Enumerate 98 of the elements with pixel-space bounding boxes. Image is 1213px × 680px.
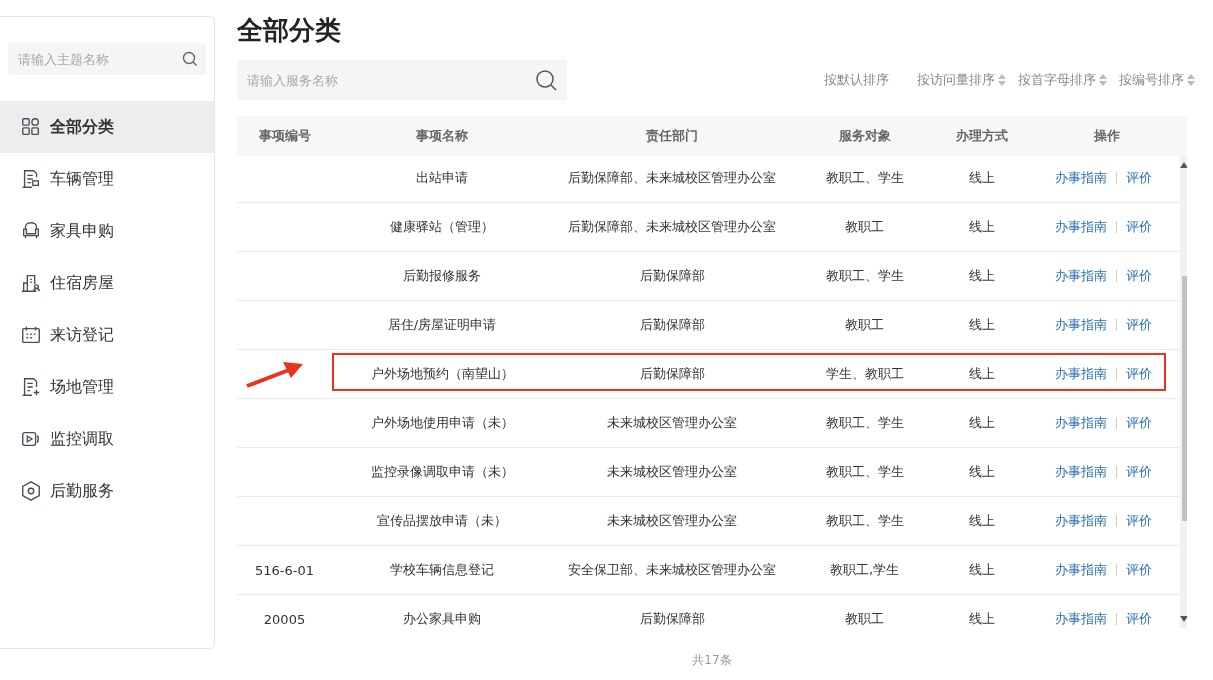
item-name-cell: 健康驿站（管理） xyxy=(390,218,494,236)
sort-option[interactable]: 按默认排序 xyxy=(824,71,889,89)
audience-cell: 学生、教职工 xyxy=(825,365,904,383)
item-name-cell: 学校车辆信息登记 xyxy=(390,561,494,579)
audience-cell: 教职工 xyxy=(845,610,884,628)
scroll-up-icon[interactable] xyxy=(1180,162,1187,168)
sidebar-item[interactable]: 监控调取 xyxy=(0,413,214,465)
audience-cell: 教职工、学生 xyxy=(825,512,904,530)
department-cell: 后勤保障部 xyxy=(639,316,705,334)
method-cell: 线上 xyxy=(969,414,995,432)
sidebar-item[interactable]: 后勤服务 xyxy=(0,465,214,517)
column-header: 事项编号 xyxy=(258,127,311,145)
method-cell: 线上 xyxy=(969,169,995,187)
item-name-cell: 户外场地使用申请（未） xyxy=(370,414,514,432)
department-cell: 未来城校区管理办公室 xyxy=(607,512,737,530)
rating-link[interactable]: 评价 xyxy=(1126,169,1152,187)
sidebar-item[interactable]: 全部分类 xyxy=(0,101,214,153)
item-name-cell: 宣传品摆放申请（未） xyxy=(377,512,507,530)
sidebar-item[interactable]: 车辆管理 xyxy=(0,153,214,205)
method-cell: 线上 xyxy=(969,512,995,530)
method-cell: 线上 xyxy=(969,610,995,628)
page-title: 全部分类 xyxy=(237,14,341,47)
audience-cell: 教职工、学生 xyxy=(825,414,904,432)
grid-icon xyxy=(20,116,42,138)
calendar-icon xyxy=(20,324,42,346)
guide-link[interactable]: 办事指南 xyxy=(1055,267,1107,285)
total-count: 共17条 xyxy=(692,652,732,669)
sort-option[interactable]: 按首字母排序 xyxy=(1018,71,1107,89)
audience-cell: 教职工、学生 xyxy=(825,267,904,285)
audience-cell: 教职工 xyxy=(845,316,884,334)
item-name-cell: 出站申请 xyxy=(416,169,468,187)
column-header: 服务对象 xyxy=(838,127,891,145)
method-cell: 线上 xyxy=(969,316,995,334)
rating-link[interactable]: 评价 xyxy=(1126,218,1152,236)
rating-link[interactable]: 评价 xyxy=(1126,365,1152,383)
sidebar-item[interactable]: 家具申购 xyxy=(0,205,214,257)
method-cell: 线上 xyxy=(969,561,995,579)
audience-cell: 教职工,学生 xyxy=(829,561,900,579)
sidebar-item[interactable]: 来访登记 xyxy=(0,309,214,361)
method-cell: 线上 xyxy=(969,365,995,383)
rating-link[interactable]: 评价 xyxy=(1126,316,1152,334)
method-cell: 线上 xyxy=(969,267,995,285)
rating-link[interactable]: 评价 xyxy=(1126,561,1152,579)
audience-cell: 教职工、学生 xyxy=(825,169,904,187)
sort-caret-icon xyxy=(1099,74,1107,86)
item-name-cell: 办公家具申购 xyxy=(403,610,481,628)
scroll-down-icon[interactable] xyxy=(1180,616,1187,622)
column-header: 操作 xyxy=(1094,127,1120,145)
guide-link[interactable]: 办事指南 xyxy=(1055,512,1107,530)
rating-link[interactable]: 评价 xyxy=(1126,610,1152,628)
search-icon[interactable] xyxy=(535,69,557,91)
sort-caret-icon xyxy=(1187,74,1195,86)
service-search-field[interactable]: 请输入服务名称 xyxy=(237,60,567,100)
department-cell: 后勤保障部 xyxy=(639,365,705,383)
document-icon xyxy=(20,168,42,190)
column-header: 办理方式 xyxy=(956,127,1008,145)
sort-caret-icon xyxy=(998,74,1006,86)
topic-search-field[interactable]: 请输入主题名称 xyxy=(8,43,206,75)
item-name-cell: 居住/房屋证明申请 xyxy=(387,316,497,334)
building-icon xyxy=(20,272,42,294)
item-name-cell: 监控录像调取申请（未） xyxy=(370,463,514,481)
guide-link[interactable]: 办事指南 xyxy=(1055,414,1107,432)
department-cell: 安全保卫部、未来城校区管理办公室 xyxy=(568,561,776,579)
department-cell: 后勤保障部、未来城校区管理办公室 xyxy=(568,169,776,187)
sort-option[interactable]: 按访问量排序 xyxy=(917,71,1006,89)
audience-cell: 教职工、学生 xyxy=(825,463,904,481)
rating-link[interactable]: 评价 xyxy=(1126,414,1152,432)
sort-option[interactable]: 按编号排序 xyxy=(1119,71,1195,89)
search-icon[interactable] xyxy=(182,51,198,67)
rating-link[interactable]: 评价 xyxy=(1126,267,1152,285)
item-name-cell: 后勤报修服务 xyxy=(403,267,481,285)
hexagon-icon xyxy=(20,480,42,502)
department-cell: 未来城校区管理办公室 xyxy=(607,414,737,432)
department-cell: 后勤保障部 xyxy=(639,267,705,285)
column-header: 责任部门 xyxy=(646,127,698,145)
guide-link[interactable]: 办事指南 xyxy=(1055,169,1107,187)
guide-link[interactable]: 办事指南 xyxy=(1055,365,1107,383)
guide-link[interactable]: 办事指南 xyxy=(1055,218,1107,236)
department-cell: 未来城校区管理办公室 xyxy=(607,463,737,481)
guide-link[interactable]: 办事指南 xyxy=(1055,463,1107,481)
method-cell: 线上 xyxy=(969,463,995,481)
guide-link[interactable]: 办事指南 xyxy=(1055,610,1107,628)
document-plus-icon xyxy=(20,376,42,398)
department-cell: 后勤保障部 xyxy=(639,610,705,628)
rating-link[interactable]: 评价 xyxy=(1126,463,1152,481)
department-cell: 后勤保障部、未来城校区管理办公室 xyxy=(568,218,776,236)
item-number-cell: 20005 xyxy=(263,611,306,627)
column-header: 事项名称 xyxy=(416,127,468,145)
item-number-cell: 516-6-01 xyxy=(255,562,314,578)
rating-link[interactable]: 评价 xyxy=(1126,512,1152,530)
sidebar-item[interactable]: 场地管理 xyxy=(0,361,214,413)
method-cell: 线上 xyxy=(969,218,995,236)
sidebar-item[interactable]: 住宿房屋 xyxy=(0,257,214,309)
guide-link[interactable]: 办事指南 xyxy=(1055,316,1107,334)
guide-link[interactable]: 办事指南 xyxy=(1055,561,1107,579)
item-name-cell: 户外场地预约（南望山） xyxy=(370,365,514,383)
audience-cell: 教职工 xyxy=(845,218,884,236)
scrollbar[interactable] xyxy=(1180,156,1187,628)
